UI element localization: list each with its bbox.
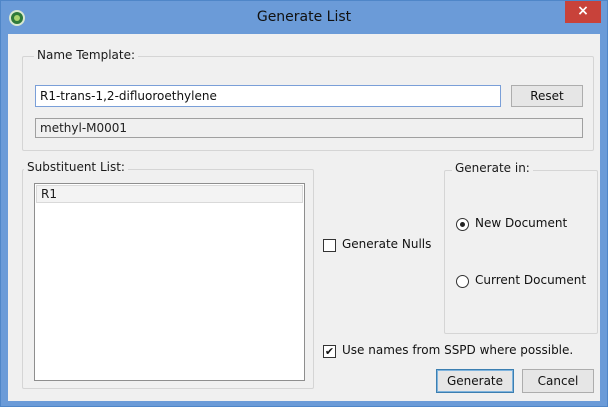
cancel-button[interactable]: Cancel (522, 369, 594, 393)
current-document-label: Current Document (475, 273, 587, 287)
use-names-checkbox[interactable]: ✔ (323, 345, 336, 358)
name-template-input[interactable] (35, 85, 501, 107)
name-template-legend: Name Template: (34, 48, 139, 62)
dialog-body: Name Template: Reset methyl-M0001 Substi… (8, 34, 600, 401)
list-item[interactable]: R1 (36, 185, 303, 203)
window-title: Generate List (256, 9, 352, 25)
use-names-label: Use names from SSPD where possible. (342, 343, 574, 357)
generate-button[interactable]: Generate (436, 369, 514, 393)
name-preview-field: methyl-M0001 (35, 118, 583, 138)
generate-nulls-checkbox[interactable] (323, 239, 336, 252)
generate-nulls-label: Generate Nulls (342, 237, 432, 251)
title-bar[interactable]: Generate List × (1, 1, 607, 34)
generate-in-group (444, 170, 598, 334)
radio-selected-dot (460, 222, 465, 227)
new-document-radio[interactable] (456, 218, 469, 231)
current-document-radio[interactable] (456, 275, 469, 288)
close-button[interactable]: × (565, 1, 601, 23)
reset-button[interactable]: Reset (511, 85, 583, 107)
substituent-listbox[interactable]: R1 (34, 183, 305, 381)
generate-in-legend: Generate in: (452, 161, 533, 175)
new-document-label: New Document (475, 216, 568, 230)
dialog-window: Generate List × Name Template: Reset met… (0, 0, 608, 407)
substituent-list-legend: Substituent List: (24, 160, 128, 174)
